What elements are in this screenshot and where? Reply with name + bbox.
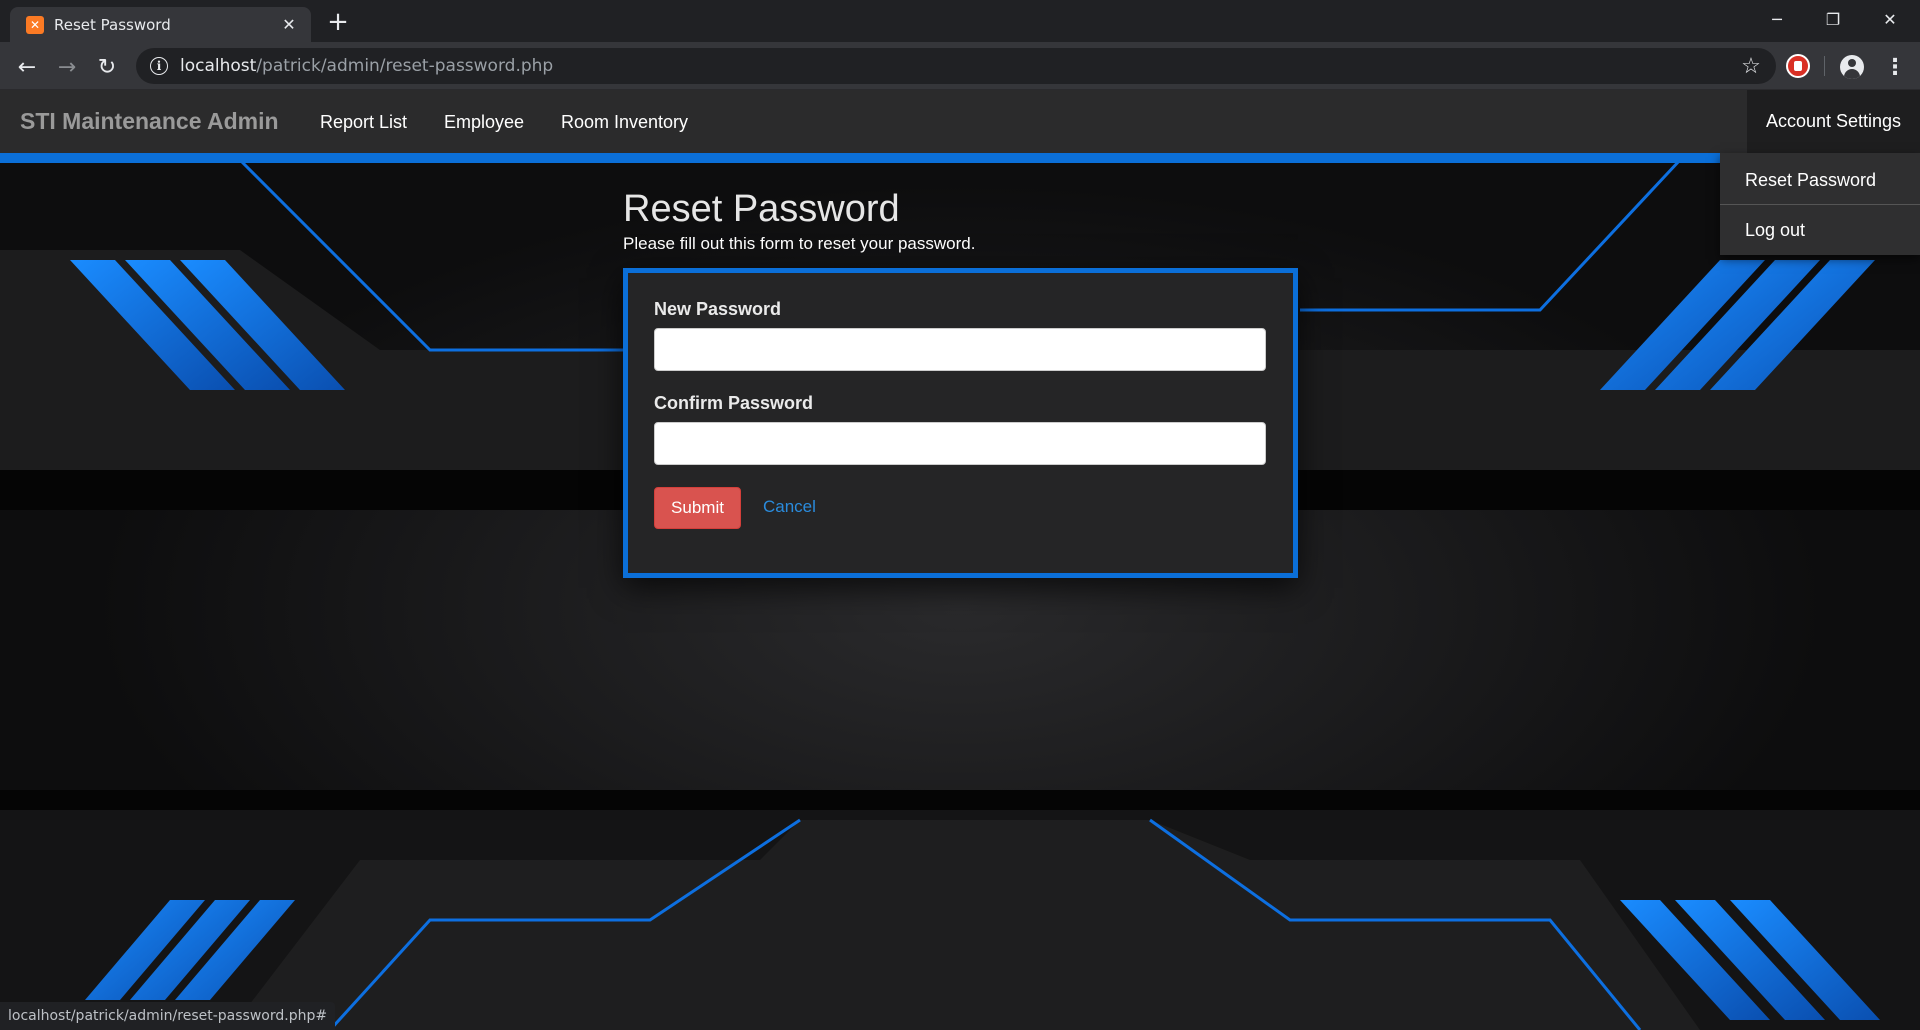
browser-toolbar: ← → ↻ i localhost/patrick/admin/reset-pa… <box>0 42 1920 90</box>
confirm-password-field[interactable] <box>654 422 1266 465</box>
url-text[interactable]: localhost/patrick/admin/reset-password.p… <box>180 56 1736 76</box>
bookmark-star-icon[interactable]: ☆ <box>1736 51 1766 81</box>
tab-title: Reset Password <box>54 15 171 34</box>
cancel-link[interactable]: Cancel <box>763 497 816 517</box>
page-subtitle: Please fill out this form to reset your … <box>623 234 976 253</box>
extension-stop-icon[interactable] <box>1786 54 1810 78</box>
url-path: /patrick/admin/reset-password.php <box>256 56 554 76</box>
submit-button[interactable]: Submit <box>654 487 741 529</box>
nav-link-report-list[interactable]: Report List <box>320 112 407 133</box>
page-title: Reset Password <box>623 188 900 230</box>
back-icon[interactable]: ← <box>10 50 44 84</box>
browser-titlebar: ✕ Reset Password ✕ + ─ ❐ ✕ <box>0 0 1920 42</box>
nav-link-room-inventory[interactable]: Room Inventory <box>561 112 688 133</box>
reload-icon[interactable]: ↻ <box>90 50 124 84</box>
new-password-field[interactable] <box>654 328 1266 371</box>
account-dropdown-menu: Reset Password Log out <box>1720 153 1920 255</box>
brand-link[interactable]: STI Maintenance Admin <box>20 108 279 135</box>
profile-icon[interactable] <box>1840 55 1864 79</box>
new-password-label: New Password <box>654 299 782 319</box>
browser-tab[interactable]: ✕ Reset Password ✕ <box>10 7 311 42</box>
minimize-icon[interactable]: ─ <box>1749 0 1805 38</box>
toolbar-divider <box>1824 56 1825 76</box>
forward-icon[interactable]: → <box>50 50 84 84</box>
close-icon[interactable]: ✕ <box>277 13 301 37</box>
confirm-password-label: Confirm Password <box>654 393 814 413</box>
restore-icon[interactable]: ❐ <box>1805 0 1861 38</box>
url-host: localhost <box>180 56 257 76</box>
nav-link-employee[interactable]: Employee <box>444 112 524 133</box>
info-icon[interactable]: i <box>150 57 168 75</box>
account-settings-button[interactable]: Account Settings <box>1747 90 1920 153</box>
status-bar-url: localhost/patrick/admin/reset-password.p… <box>0 1002 336 1030</box>
new-tab-icon[interactable]: + <box>324 7 352 37</box>
dropdown-item-reset-password[interactable]: Reset Password <box>1720 155 1920 205</box>
address-bar[interactable]: i localhost/patrick/admin/reset-password… <box>136 48 1776 84</box>
site-navbar: STI Maintenance Admin Report List Employ… <box>0 90 1920 163</box>
page-viewport: STI Maintenance Admin Report List Employ… <box>0 90 1920 1030</box>
more-menu-icon[interactable]: ⋮ <box>1880 52 1910 82</box>
dropdown-item-log-out[interactable]: Log out <box>1720 205 1920 255</box>
reset-password-form: New Password Confirm Password Submit Can… <box>623 268 1298 578</box>
window-close-icon[interactable]: ✕ <box>1862 0 1918 38</box>
xampp-icon: ✕ <box>26 15 44 34</box>
